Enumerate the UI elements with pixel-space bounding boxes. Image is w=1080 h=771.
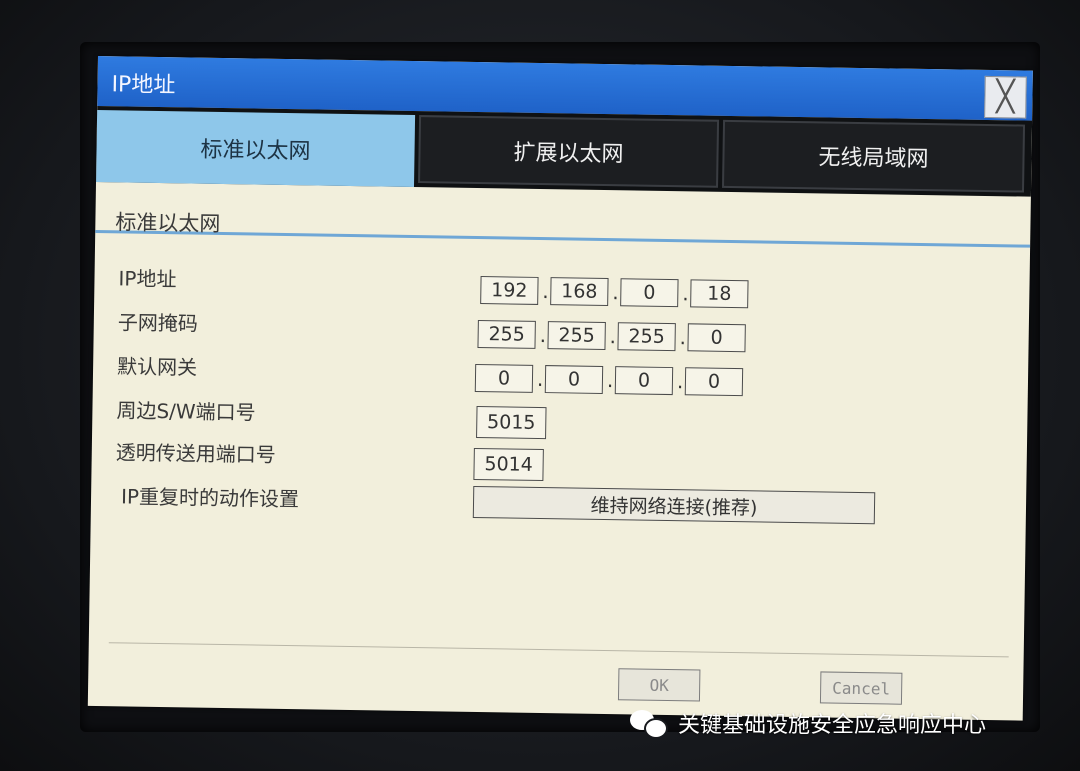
sw-port-label: 周边S/W端口号 — [116, 398, 256, 425]
subnet-mask-label: 子网掩码 — [117, 310, 198, 336]
transparent-port-label: 透明传送用端口号 — [115, 440, 276, 467]
ip-octet-2[interactable]: 168 — [550, 277, 609, 307]
gateway-dot-separator: . — [606, 368, 614, 393]
sw-port-input[interactable]: 5015 — [476, 405, 547, 440]
watermark-text: 关键基础设施安全应急响应中心 — [678, 713, 987, 738]
gateway-octet-2[interactable]: 0 — [544, 365, 604, 394]
gateway-octet-1[interactable]: 0 — [474, 363, 534, 393]
ip-octet-1[interactable]: 192 — [480, 276, 539, 305]
close-icon: ╳ — [996, 79, 1015, 115]
subnet-octet-1[interactable]: 255 — [477, 319, 536, 349]
wechat-icon — [628, 706, 668, 740]
ip-octet-4[interactable]: 18 — [690, 279, 749, 309]
tab-divider — [95, 229, 1031, 248]
ip-conflict-action-select[interactable]: 维持网络连接(推荐) — [472, 485, 876, 525]
close-button[interactable]: ╳ — [984, 75, 1027, 119]
subnet-dot-separator: . — [539, 322, 547, 348]
subnet-dot-separator: . — [609, 324, 617, 349]
ip-address-label: IP地址 — [118, 266, 177, 292]
gateway-dot-separator: . — [536, 366, 544, 392]
tab-extended-ethernet[interactable]: 扩展以太网 — [418, 115, 720, 188]
subnet-dot-separator: . — [679, 325, 687, 350]
transparent-port-input[interactable]: 5014 — [473, 447, 544, 482]
watermark: 关键基础设施安全应急响应中心 — [628, 703, 986, 743]
gateway-dot-separator: . — [676, 369, 684, 394]
ip-dot-separator: . — [612, 280, 619, 305]
subnet-octet-3[interactable]: 255 — [617, 322, 676, 352]
footer-divider — [108, 642, 1009, 658]
subnet-octet-2[interactable]: 255 — [547, 321, 606, 351]
gateway-octet-4[interactable]: 0 — [684, 367, 744, 397]
dialog-title: IP地址 — [111, 72, 176, 99]
gateway-octet-3[interactable]: 0 — [614, 366, 674, 396]
subnet-octet-4[interactable]: 0 — [687, 323, 746, 353]
section-title: 标准以太网 — [115, 210, 221, 236]
cancel-button[interactable]: Cancel — [819, 671, 903, 705]
ip-dot-separator: . — [682, 281, 689, 306]
ip-octet-3[interactable]: 0 — [620, 278, 679, 308]
ip-conflict-label: IP重复时的动作设置 — [120, 484, 300, 512]
tab-standard-ethernet[interactable]: 标准以太网 — [96, 109, 416, 187]
tab-wireless-lan[interactable]: 无线局域网 — [722, 119, 1026, 193]
tab-bar: 标准以太网 扩展以太网 无线局域网 — [95, 105, 1033, 248]
default-gateway-label: 默认网关 — [116, 354, 198, 380]
ip-address-dialog: IP地址 ╳ 标准以太网 扩展以太网 无线局域网 标准以太网 IP地址 192 … — [87, 56, 1033, 721]
ip-dot-separator: . — [542, 279, 549, 304]
ok-button[interactable]: OK — [617, 668, 701, 702]
